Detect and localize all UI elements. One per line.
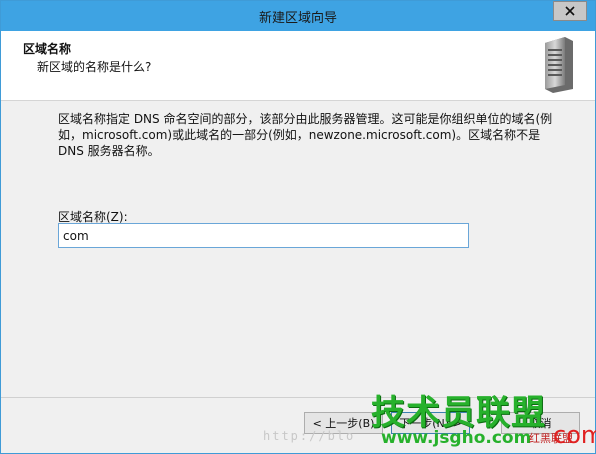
page-title: 区域名称 [23,42,72,56]
server-icon [545,37,573,93]
watermark-url-faint: http://blo [263,429,356,443]
watermark-brand: 技术员联盟 [371,393,546,433]
wizard-window: 新建区域向导 区域名称 新区域的名称是什么? 区域名称指定 DNS 命名空间的部… [0,0,596,454]
zone-description: 区域名称指定 DNS 命名空间的部分，该部分由此服务器管理。这可能是你组织单位的… [58,112,553,158]
page-subtitle: 新区域的名称是什么? [37,60,152,74]
watermark-com: com [553,421,596,449]
watermark-url: www.jsgho.com [381,428,532,448]
zone-name-input[interactable] [58,223,469,248]
close-button[interactable] [553,1,587,21]
close-icon [565,6,575,16]
title-bar[interactable]: 新建区域向导 [1,1,595,31]
wizard-header: 区域名称 新区域的名称是什么? [1,31,595,101]
window-title: 新建区域向导 [258,11,337,26]
